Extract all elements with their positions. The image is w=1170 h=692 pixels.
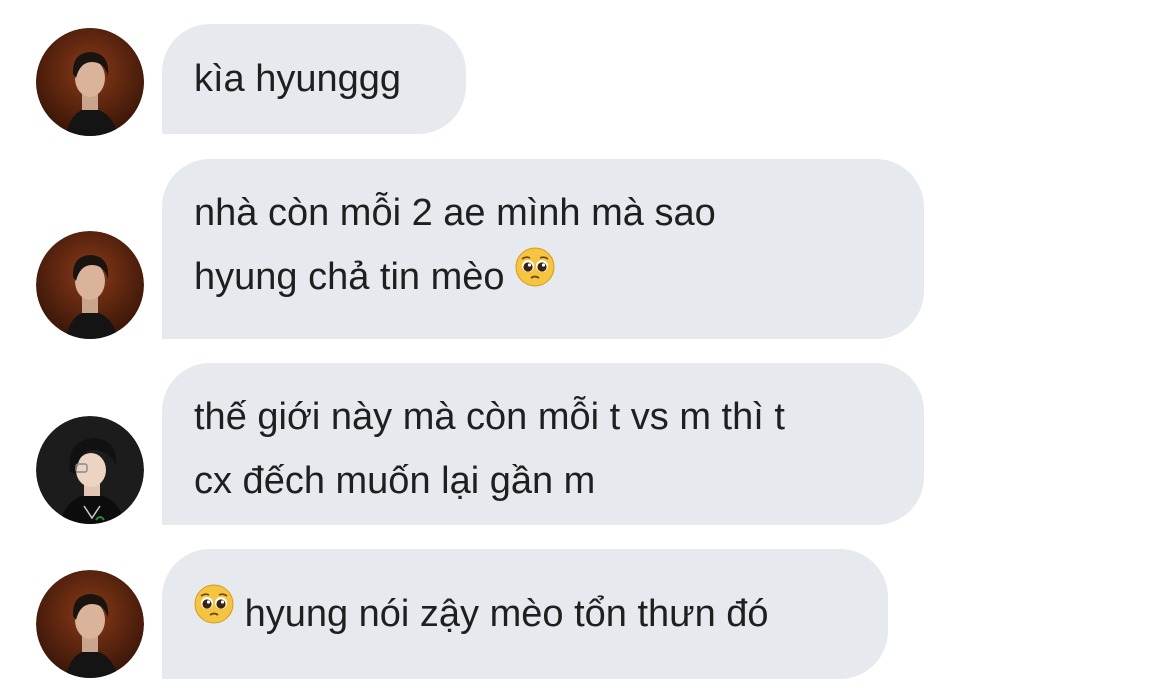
message-bubble[interactable]: hyung nói zậy mèo tổn thưn đó: [162, 549, 888, 679]
avatar[interactable]: [36, 231, 144, 339]
avatar[interactable]: [36, 570, 144, 678]
avatar[interactable]: [36, 28, 144, 136]
message-text-line: hyung nói zậy mèo tổn thưn đó: [194, 582, 856, 646]
message-text: hyung nói zậy mèo tổn thưn đó: [244, 593, 769, 635]
message-bubble[interactable]: kìa hyunggg: [162, 24, 466, 134]
message-bubble[interactable]: nhà còn mỗi 2 ae mình mà sao hyung chả t…: [162, 159, 924, 339]
message-text-line: hyung chả tin mèo: [194, 245, 892, 309]
chat-thread: kìa hyunggg nhà còn mỗi 2 ae mình mà sao…: [0, 0, 1170, 692]
avatar[interactable]: [36, 416, 144, 524]
message-bubble[interactable]: thế giới này mà còn mỗi t vs m thì t cx …: [162, 363, 924, 525]
message-text-line: cx đếch muốn lại gần m: [194, 460, 596, 502]
message-text: hyung chả tin mèo: [194, 256, 505, 298]
message-text-line: thế giới này mà còn mỗi t vs m thì t: [194, 396, 785, 438]
pleading-face-icon: [515, 243, 555, 307]
message-text: kìa hyunggg: [194, 58, 402, 100]
pleading-face-icon: [194, 580, 234, 644]
message-text-line: nhà còn mỗi 2 ae mình mà sao: [194, 192, 716, 234]
